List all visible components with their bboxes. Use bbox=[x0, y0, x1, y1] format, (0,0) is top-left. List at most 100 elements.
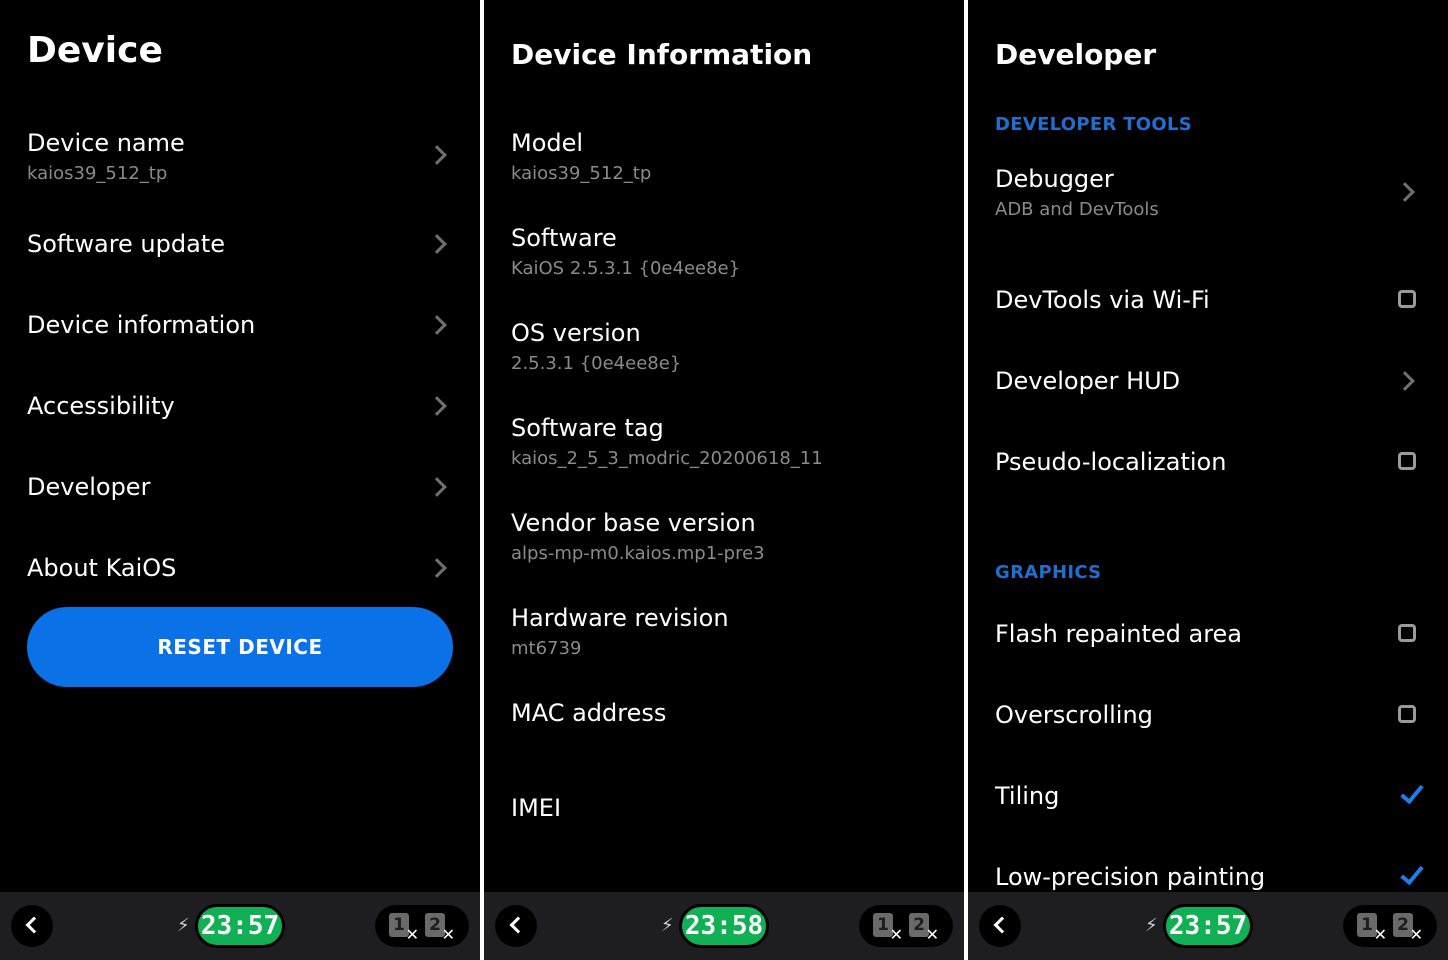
sim1-icon: 1 ✕ bbox=[1357, 913, 1387, 943]
list-item-developer[interactable]: Developer bbox=[0, 472, 480, 542]
item-label: Software bbox=[511, 224, 617, 252]
no-signal-icon: ✕ bbox=[889, 925, 903, 944]
checkmark-icon[interactable] bbox=[1400, 860, 1424, 886]
item-value: alps-mp-m0.kaios.mp1-pre3 bbox=[511, 543, 765, 564]
item-label: MAC address bbox=[511, 699, 667, 727]
list-item-os-version[interactable]: OS version 2.5.3.1 {0e4ee8e} bbox=[484, 318, 964, 388]
list-item-software-tag[interactable]: Software tag kaios_2_5_3_modric_20200618… bbox=[484, 413, 964, 483]
chevron-right-icon bbox=[427, 145, 447, 165]
no-signal-icon: ✕ bbox=[925, 925, 939, 944]
chevron-left-icon bbox=[993, 916, 1011, 934]
section-header-graphics: GRAPHICS bbox=[995, 562, 1102, 583]
item-label: Hardware revision bbox=[511, 604, 729, 632]
item-value: 2.5.3.1 {0e4ee8e} bbox=[511, 353, 682, 374]
list-item-tiling[interactable]: Tiling bbox=[968, 779, 1448, 851]
list-item-developer-hud[interactable]: Developer HUD bbox=[968, 366, 1448, 436]
clock-widget: ⚡ 23:57 bbox=[177, 904, 287, 948]
sim-status: 1 ✕ 2 ✕ bbox=[375, 905, 469, 947]
chevron-right-icon bbox=[427, 558, 447, 578]
chevron-left-icon bbox=[509, 916, 527, 934]
device-panel: Device Device name kaios39_512_tp Softwa… bbox=[0, 0, 480, 960]
sim-status: 1 ✕ 2 ✕ bbox=[1343, 905, 1437, 947]
back-button[interactable] bbox=[979, 905, 1021, 947]
item-label: Model bbox=[511, 129, 584, 157]
chevron-right-icon bbox=[427, 477, 447, 497]
list-item-devtools-wifi[interactable]: DevTools via Wi-Fi bbox=[968, 285, 1448, 355]
item-label: Overscrolling bbox=[995, 701, 1153, 729]
item-label: Pseudo-localization bbox=[995, 448, 1227, 476]
soft-key-bar: ⚡ 23:58 1 ✕ 2 ✕ bbox=[484, 892, 964, 960]
list-item-device-name[interactable]: Device name kaios39_512_tp bbox=[0, 128, 480, 198]
list-item-model[interactable]: Model kaios39_512_tp bbox=[484, 128, 964, 198]
no-signal-icon: ✕ bbox=[441, 925, 455, 944]
item-label: DevTools via Wi-Fi bbox=[995, 286, 1210, 314]
list-item-vendor-base-version[interactable]: Vendor base version alps-mp-m0.kaios.mp1… bbox=[484, 508, 964, 578]
clock-widget: ⚡ 23:58 bbox=[661, 904, 771, 948]
item-label: Flash repainted area bbox=[995, 620, 1243, 648]
item-label: About KaiOS bbox=[27, 554, 177, 582]
clock-time: 23:57 bbox=[195, 904, 285, 948]
checkmark-icon[interactable] bbox=[1400, 779, 1424, 805]
sim2-icon: 2 ✕ bbox=[425, 913, 455, 943]
checkbox-unchecked[interactable] bbox=[1398, 705, 1416, 723]
list-item-flash-repainted-area[interactable]: Flash repainted area bbox=[968, 619, 1448, 689]
clock-time: 23:57 bbox=[1163, 904, 1253, 948]
reset-device-button[interactable]: RESET DEVICE bbox=[27, 607, 453, 687]
checkbox-unchecked[interactable] bbox=[1398, 624, 1416, 642]
list-item-software-update[interactable]: Software update bbox=[0, 229, 480, 299]
device-information-panel: Device Information Model kaios39_512_tp … bbox=[484, 0, 964, 960]
no-signal-icon: ✕ bbox=[1373, 925, 1387, 944]
list-item-device-information[interactable]: Device information bbox=[0, 310, 480, 380]
item-value: kaios39_512_tp bbox=[27, 163, 168, 184]
list-item-debugger[interactable]: Debugger ADB and DevTools bbox=[968, 164, 1448, 234]
list-item-pseudo-localization[interactable]: Pseudo-localization bbox=[968, 447, 1448, 517]
developer-panel: Developer DEVELOPER TOOLS Debugger ADB a… bbox=[968, 0, 1448, 960]
checkbox-unchecked[interactable] bbox=[1398, 452, 1416, 470]
chevron-right-icon bbox=[1395, 371, 1415, 391]
item-label: OS version bbox=[511, 319, 641, 347]
chevron-right-icon bbox=[427, 234, 447, 254]
page-title: Device bbox=[27, 30, 163, 71]
item-value: ADB and DevTools bbox=[995, 199, 1159, 220]
page-title: Developer bbox=[995, 38, 1157, 71]
back-button[interactable] bbox=[495, 905, 537, 947]
item-label: IMEI bbox=[511, 794, 562, 822]
item-label: Software tag bbox=[511, 414, 664, 442]
item-label: Accessibility bbox=[27, 392, 175, 420]
sim-status: 1 ✕ 2 ✕ bbox=[859, 905, 953, 947]
list-item-mac-address[interactable]: MAC address bbox=[484, 698, 964, 768]
item-label: Software update bbox=[27, 230, 225, 258]
sim1-icon: 1 ✕ bbox=[389, 913, 419, 943]
chevron-right-icon bbox=[1395, 182, 1415, 202]
page-title: Device Information bbox=[511, 38, 813, 71]
sim2-icon: 2 ✕ bbox=[909, 913, 939, 943]
lightning-bolt-icon: ⚡ bbox=[177, 915, 190, 936]
list-item-hardware-revision[interactable]: Hardware revision mt6739 bbox=[484, 603, 964, 673]
section-header-developer-tools: DEVELOPER TOOLS bbox=[995, 114, 1193, 135]
item-value: KaiOS 2.5.3.1 {0e4ee8e} bbox=[511, 258, 741, 279]
list-item-accessibility[interactable]: Accessibility bbox=[0, 391, 480, 461]
item-label: Vendor base version bbox=[511, 509, 756, 537]
item-label: Device name bbox=[27, 129, 185, 157]
sim2-icon: 2 ✕ bbox=[1393, 913, 1423, 943]
no-signal-icon: ✕ bbox=[405, 925, 419, 944]
screenshot-stage: Device Device name kaios39_512_tp Softwa… bbox=[0, 0, 1448, 960]
item-label: Device information bbox=[27, 311, 256, 339]
lightning-bolt-icon: ⚡ bbox=[661, 915, 674, 936]
sim1-icon: 1 ✕ bbox=[873, 913, 903, 943]
item-label: Low-precision painting bbox=[995, 863, 1266, 891]
list-item-imei[interactable]: IMEI bbox=[484, 793, 964, 863]
checkbox-unchecked[interactable] bbox=[1398, 290, 1416, 308]
item-value: kaios39_512_tp bbox=[511, 163, 652, 184]
item-label: Developer bbox=[27, 473, 151, 501]
back-button[interactable] bbox=[11, 905, 53, 947]
soft-key-bar: ⚡ 23:57 1 ✕ 2 ✕ bbox=[968, 892, 1448, 960]
item-value: mt6739 bbox=[511, 638, 582, 659]
chevron-left-icon bbox=[25, 916, 43, 934]
item-label: Tiling bbox=[995, 782, 1060, 810]
soft-key-bar: ⚡ 23:57 1 ✕ 2 ✕ bbox=[0, 892, 480, 960]
list-item-software[interactable]: Software KaiOS 2.5.3.1 {0e4ee8e} bbox=[484, 223, 964, 293]
lightning-bolt-icon: ⚡ bbox=[1145, 915, 1158, 936]
no-signal-icon: ✕ bbox=[1409, 925, 1423, 944]
list-item-overscrolling[interactable]: Overscrolling bbox=[968, 700, 1448, 770]
